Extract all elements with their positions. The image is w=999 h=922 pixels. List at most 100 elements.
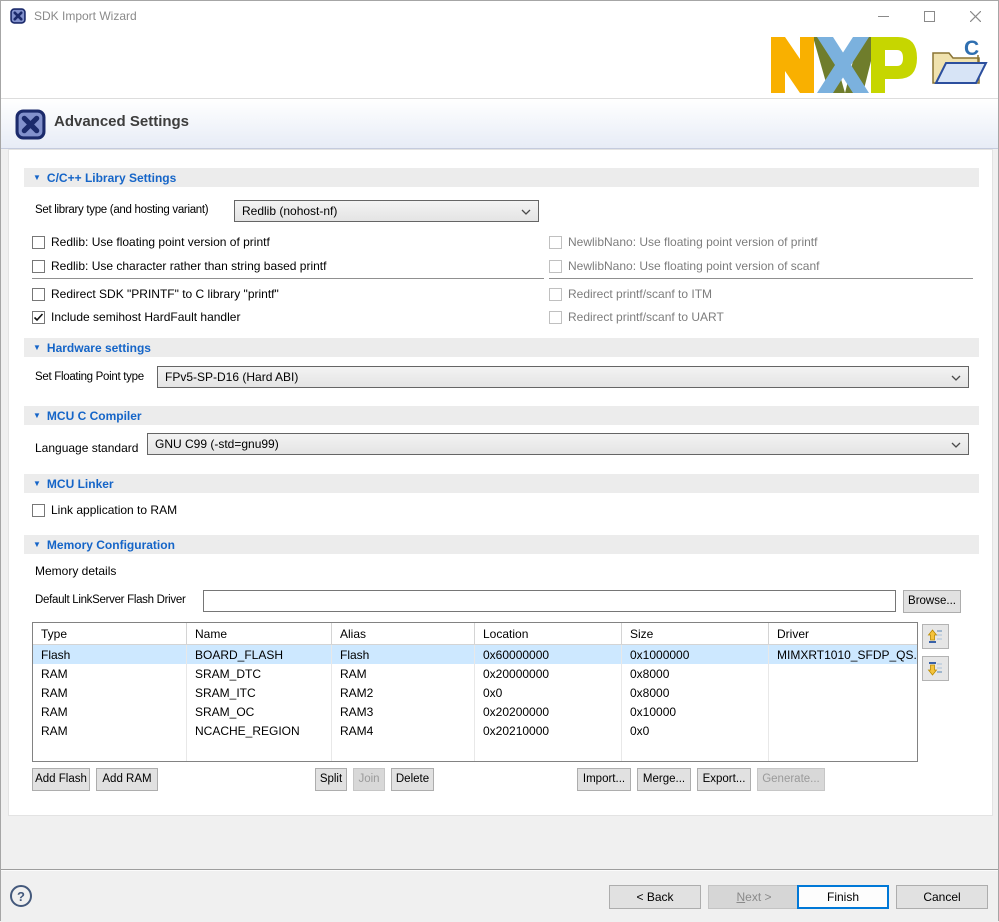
cancel-button[interactable]: Cancel	[896, 885, 988, 909]
import-button[interactable]: Import...	[577, 768, 631, 791]
cell-location: 0x20210000	[475, 721, 622, 740]
cell-alias: RAM3	[332, 702, 475, 721]
column-header-size[interactable]: Size	[622, 623, 769, 644]
cell-location: 0x20200000	[475, 702, 622, 721]
checkbox-box[interactable]	[32, 260, 45, 273]
move-down-button[interactable]	[922, 656, 949, 681]
checkbox-box[interactable]	[32, 504, 45, 517]
table-row[interactable]: RAM SRAM_DTC RAM 0x20000000 0x8000	[33, 664, 917, 683]
column-header-alias[interactable]: Alias	[332, 623, 475, 644]
table-row[interactable]: RAM SRAM_ITC RAM2 0x0 0x8000	[33, 683, 917, 702]
back-button[interactable]: < Back	[609, 885, 701, 909]
section-library-title: C/C++ Library Settings	[47, 171, 176, 185]
chevron-down-icon	[951, 442, 961, 448]
language-standard-value: GNU C99 (-std=gnu99)	[155, 437, 279, 451]
export-button[interactable]: Export...	[697, 768, 751, 791]
cell-name: SRAM_ITC	[187, 683, 332, 702]
section-memory-header[interactable]: ▼ Memory Configuration	[24, 535, 979, 554]
browse-button[interactable]: Browse...	[903, 590, 961, 613]
collapse-arrow-icon[interactable]: ▼	[33, 173, 41, 182]
library-type-value: Redlib (nohost-nf)	[242, 204, 337, 218]
maximize-button[interactable]	[906, 1, 952, 31]
checkbox-redlib-char-printf[interactable]: Redlib: Use character rather than string…	[32, 258, 326, 274]
collapse-arrow-icon[interactable]: ▼	[33, 411, 41, 420]
cell-driver	[769, 664, 917, 683]
library-type-select[interactable]: Redlib (nohost-nf)	[234, 200, 539, 222]
cell-location: 0x0	[475, 683, 622, 702]
help-button[interactable]: ?	[10, 885, 32, 907]
flash-driver-label: Default LinkServer Flash Driver	[35, 594, 185, 606]
checkbox-box	[549, 311, 562, 324]
column-header-name[interactable]: Name	[187, 623, 332, 644]
language-standard-label: Language standard	[35, 441, 138, 455]
language-standard-select[interactable]: GNU C99 (-std=gnu99)	[147, 433, 969, 455]
table-row[interactable]: Flash BOARD_FLASH Flash 0x60000000 0x100…	[33, 645, 917, 664]
checkbox-box[interactable]	[32, 236, 45, 249]
checkbox-label: Include semihost HardFault handler	[51, 310, 240, 324]
memory-table[interactable]: Type Name Alias Location Size Driver Fla…	[32, 622, 918, 762]
move-up-icon	[927, 628, 944, 645]
chevron-down-icon	[521, 209, 531, 215]
floating-point-select[interactable]: FPv5-SP-D16 (Hard ABI)	[157, 366, 969, 388]
window-title: SDK Import Wizard	[34, 1, 137, 31]
cell-alias: RAM2	[332, 683, 475, 702]
section-linker-header[interactable]: ▼ MCU Linker	[24, 474, 979, 493]
checkbox-label: NewlibNano: Use floating point version o…	[568, 235, 817, 249]
table-row[interactable]: RAM SRAM_OC RAM3 0x20200000 0x10000	[33, 702, 917, 721]
cell-type: RAM	[33, 664, 187, 683]
cell-location: 0x60000000	[475, 645, 622, 664]
checkbox-redirect-printf[interactable]: Redirect SDK "PRINTF" to C library "prin…	[32, 286, 279, 302]
checkbox-redirect-uart: Redirect printf/scanf to UART	[549, 309, 724, 325]
maximize-icon	[924, 11, 935, 22]
checkbox-label: Redirect printf/scanf to ITM	[568, 287, 712, 301]
checkbox-label: Redirect printf/scanf to UART	[568, 310, 724, 324]
checkbox-box[interactable]	[32, 311, 45, 324]
column-header-location[interactable]: Location	[475, 623, 622, 644]
move-up-button[interactable]	[922, 624, 949, 649]
column-header-type[interactable]: Type	[33, 623, 187, 644]
close-button[interactable]	[952, 1, 998, 31]
flash-driver-input[interactable]	[203, 590, 896, 612]
folder-c-icon: C	[926, 37, 988, 95]
close-icon	[970, 11, 981, 22]
split-button[interactable]: Split	[315, 768, 347, 791]
add-flash-button[interactable]: Add Flash	[32, 768, 90, 791]
checkbox-box[interactable]	[32, 288, 45, 301]
checkbox-redlib-float-printf[interactable]: Redlib: Use floating point version of pr…	[32, 234, 270, 250]
section-library-header[interactable]: ▼ C/C++ Library Settings	[24, 168, 979, 187]
checkbox-box	[549, 236, 562, 249]
add-ram-button[interactable]: Add RAM	[96, 768, 158, 791]
collapse-arrow-icon[interactable]: ▼	[33, 540, 41, 549]
table-row[interactable]: RAM NCACHE_REGION RAM4 0x20210000 0x0	[33, 721, 917, 740]
checkbox-box	[549, 288, 562, 301]
collapse-arrow-icon[interactable]: ▼	[33, 479, 41, 488]
cell-size: 0x0	[622, 721, 769, 740]
merge-button[interactable]: Merge...	[637, 768, 691, 791]
floating-point-label: Set Floating Point type	[35, 371, 144, 383]
cell-name: SRAM_DTC	[187, 664, 332, 683]
move-down-icon	[927, 660, 944, 677]
checkbox-label: Redlib: Use floating point version of pr…	[51, 235, 270, 249]
collapse-arrow-icon[interactable]: ▼	[33, 343, 41, 352]
delete-button[interactable]: Delete	[391, 768, 434, 791]
cell-type: Flash	[33, 645, 187, 664]
nxp-logo	[770, 35, 920, 95]
checkbox-box	[549, 260, 562, 273]
section-compiler-header[interactable]: ▼ MCU C Compiler	[24, 406, 979, 425]
section-hardware-header[interactable]: ▼ Hardware settings	[24, 338, 979, 357]
section-hardware-title: Hardware settings	[47, 341, 151, 355]
minimize-button[interactable]	[860, 1, 906, 31]
page-title: Advanced Settings	[54, 113, 189, 130]
cell-alias: RAM4	[332, 721, 475, 740]
cell-driver: MIMXRT1010_SFDP_QS...	[769, 645, 917, 664]
join-button: Join	[353, 768, 385, 791]
column-header-driver[interactable]: Driver	[769, 623, 917, 644]
checkbox-link-to-ram[interactable]: Link application to RAM	[32, 502, 177, 518]
wizard-footer: ? < Back Next > Finish Cancel	[1, 816, 998, 922]
floating-point-value: FPv5-SP-D16 (Hard ABI)	[165, 370, 298, 384]
checkbox-semihost-hardfault[interactable]: Include semihost HardFault handler	[32, 309, 240, 325]
next-button: Next >	[708, 885, 800, 909]
minimize-icon	[878, 11, 889, 22]
finish-button[interactable]: Finish	[797, 885, 889, 909]
cell-driver	[769, 721, 917, 740]
